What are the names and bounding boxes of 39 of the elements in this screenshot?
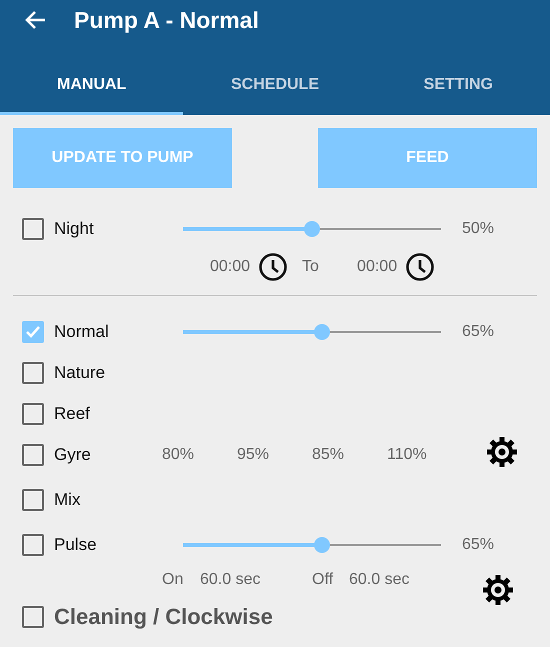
checkbox[interactable]: [22, 320, 44, 342]
percent-value: 85%: [312, 446, 346, 464]
time-value[interactable]: 00:00: [210, 258, 250, 276]
checkbox[interactable]: [22, 218, 44, 240]
checkbox[interactable]: [22, 402, 44, 424]
screen-title: Pump A - Normal: [74, 6, 259, 34]
on-label: On: [162, 571, 184, 589]
option-label: Night: [54, 218, 95, 238]
option-label: Pulse: [54, 534, 98, 554]
percent-value: 95%: [237, 446, 270, 464]
checkbox[interactable]: [22, 606, 44, 628]
option-label: Cleaning / Clockwise: [54, 604, 273, 630]
checkbox[interactable]: [22, 444, 44, 466]
tab[interactable]: MANUAL: [0, 55, 184, 115]
percent-value: 50%: [462, 220, 494, 238]
checkbox[interactable]: [22, 488, 44, 510]
slider-thumb[interactable]: [314, 324, 330, 340]
option-label: Reef: [54, 404, 91, 424]
tab[interactable]: SETTING: [366, 55, 550, 115]
checkbox[interactable]: [22, 362, 44, 384]
option-label: Nature: [54, 362, 106, 382]
duration-value[interactable]: 60.0 sec: [349, 571, 482, 589]
tab[interactable]: SCHEDULE: [183, 55, 367, 115]
slider-thumb[interactable]: [304, 220, 320, 236]
time-value[interactable]: 00:00: [357, 258, 398, 276]
option-label: Mix: [54, 490, 82, 510]
percent-value: 110%: [387, 446, 428, 464]
clock-icon[interactable]: [258, 252, 288, 282]
slider-thumb[interactable]: [314, 536, 330, 552]
off-label: Off: [312, 571, 334, 589]
duration-value[interactable]: 60.0 sec: [200, 571, 312, 589]
option-label: Gyre: [54, 444, 92, 464]
to-label: To: [302, 258, 320, 276]
percent-value: 65%: [462, 322, 494, 340]
percent-value: 80%: [162, 446, 196, 464]
checkbox[interactable]: [22, 534, 44, 556]
clock-icon[interactable]: [405, 252, 436, 282]
option-label: Normal: [54, 322, 110, 342]
percent-value: 65%: [462, 536, 494, 554]
